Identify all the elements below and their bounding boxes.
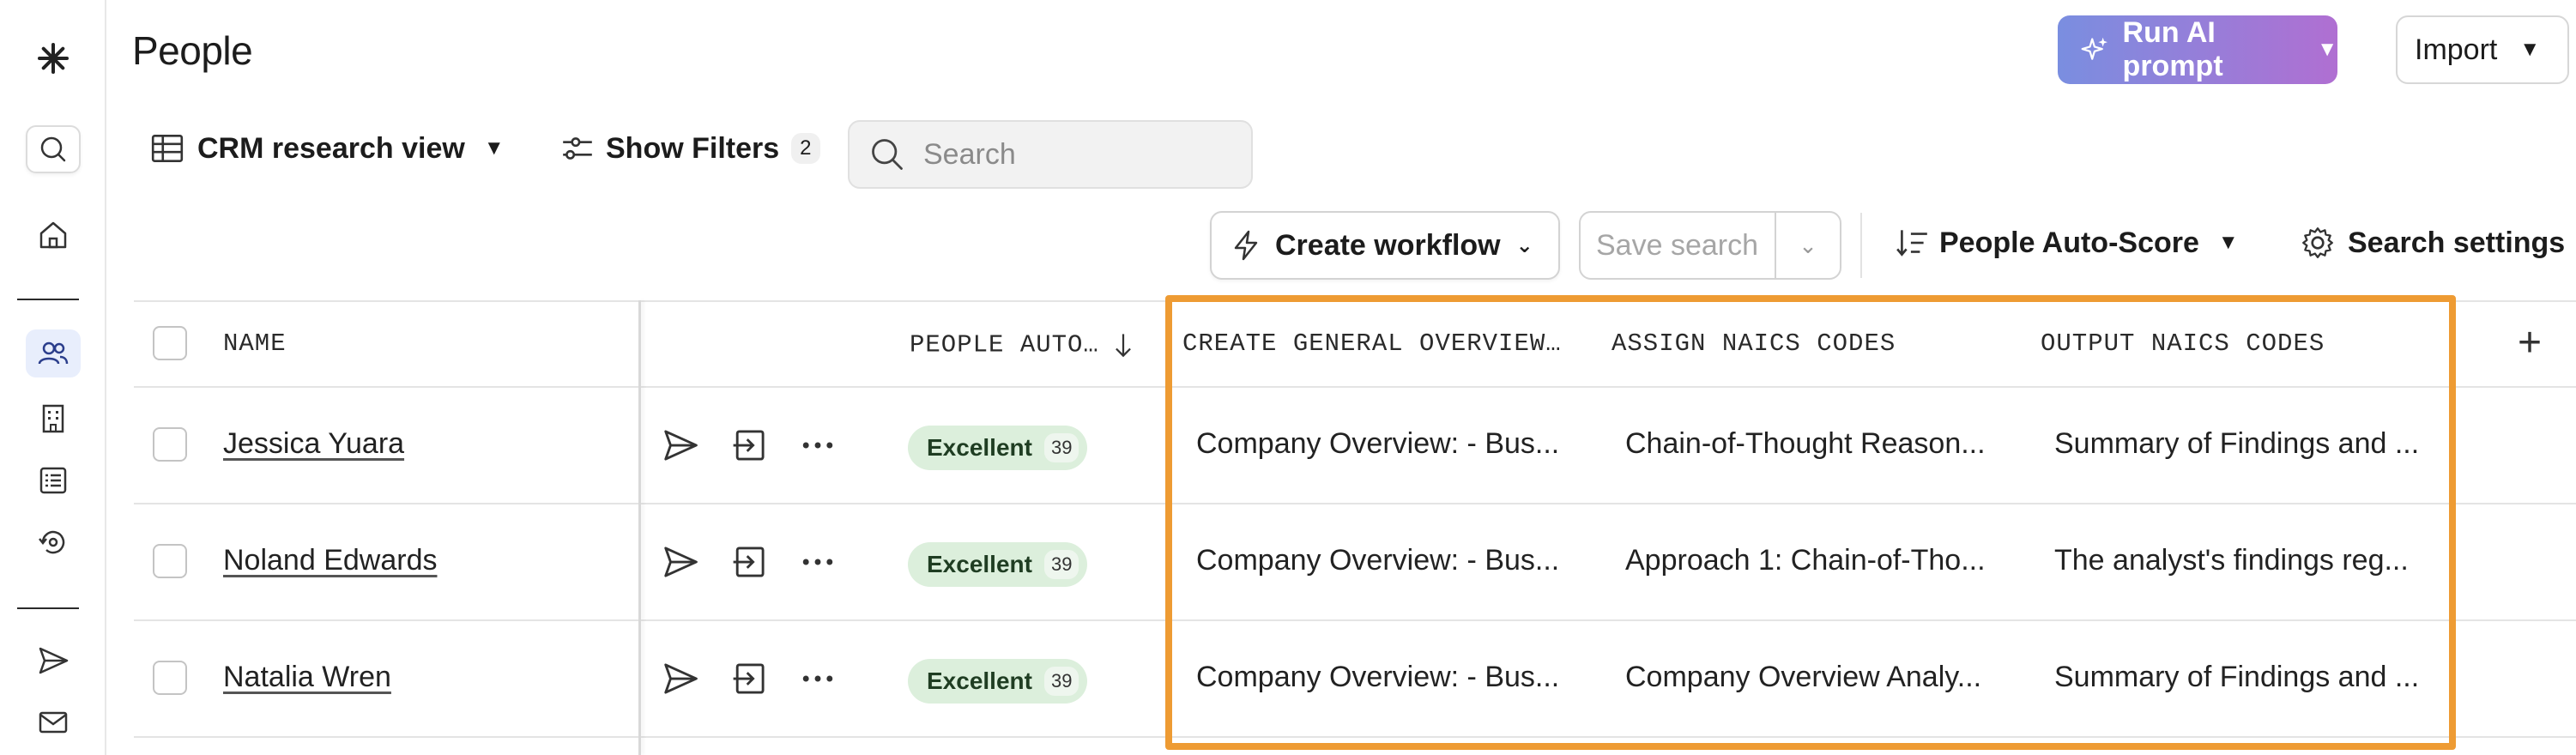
save-search-button[interactable]: Save search: [1581, 213, 1776, 278]
caret-down-icon: ▼: [483, 136, 505, 160]
table-row: Natalia Wren Excellent 39 Company Overvie…: [134, 621, 2576, 738]
left-rail: [0, 0, 106, 755]
score-rating: Excellent: [927, 551, 1032, 577]
assign-naics-cell[interactable]: Approach 1: Chain-of-Tho...: [1625, 544, 1986, 577]
caret-down-icon: ▼: [2217, 231, 2239, 254]
gear-icon: [2302, 227, 2333, 258]
company-icon[interactable]: [26, 395, 81, 443]
sort-label: People Auto-Score: [1939, 226, 2199, 259]
home-icon[interactable]: [26, 211, 81, 259]
overview-cell[interactable]: Company Overview: - Bus...: [1196, 427, 1559, 461]
sequence-enroll-icon[interactable]: [728, 657, 771, 700]
more-options-icon[interactable]: [796, 541, 839, 583]
history-icon[interactable]: [26, 518, 81, 566]
run-ai-prompt-button[interactable]: Run AI prompt ▼: [2058, 15, 2337, 84]
column-header-assign-naics-codes[interactable]: ASSIGN NAICS CODES: [1612, 329, 1896, 358]
logo-icon[interactable]: [26, 34, 81, 82]
score-value: 39: [1043, 433, 1079, 462]
import-button[interactable]: Import ▼: [2396, 15, 2569, 84]
search-settings-button[interactable]: Search settings: [2300, 225, 2565, 261]
save-search-label: Save search: [1596, 228, 1758, 262]
toolbar-divider: [1860, 213, 1862, 278]
sequence-enroll-icon[interactable]: [728, 424, 771, 467]
rail-divider: [17, 607, 79, 609]
search-field[interactable]: [848, 120, 1253, 189]
view-label: CRM research view: [197, 131, 465, 165]
column-header-name[interactable]: NAME: [223, 329, 287, 358]
more-options-icon[interactable]: [796, 657, 839, 700]
column-header-score-label: PEOPLE AUTO…: [910, 330, 1099, 359]
output-naics-cell[interactable]: Summary of Findings and ...: [2054, 427, 2419, 461]
search-settings-label: Search settings: [2348, 226, 2566, 259]
assign-naics-cell[interactable]: Company Overview Analy...: [1625, 661, 1981, 694]
arrow-down-icon: [1115, 334, 1131, 358]
score-badge: Excellent 39: [908, 659, 1088, 704]
run-ai-prompt-label: Run AI prompt: [2122, 16, 2223, 82]
row-checkbox[interactable]: [153, 544, 187, 578]
score-badge: Excellent 39: [908, 542, 1088, 587]
caret-down-icon: ▼: [2519, 38, 2541, 61]
chevron-down-icon: ⌄: [1799, 232, 1817, 258]
mail-icon[interactable]: [26, 698, 81, 746]
view-selector[interactable]: CRM research view ▼: [149, 130, 505, 166]
caret-down-icon: ▼: [2317, 38, 2337, 61]
send-icon[interactable]: [659, 424, 702, 467]
people-icon[interactable]: [26, 329, 81, 378]
search-icon: [872, 139, 903, 170]
search-icon[interactable]: [26, 125, 81, 173]
column-header-output-naics-codes[interactable]: OUTPUT NAICS CODES: [2041, 329, 2325, 358]
column-header-people-auto-score[interactable]: PEOPLE AUTO…: [910, 329, 1139, 360]
overview-cell[interactable]: Company Overview: - Bus...: [1196, 544, 1559, 577]
filter-sliders-icon: [563, 137, 592, 160]
send-icon[interactable]: [26, 637, 81, 685]
send-icon[interactable]: [659, 657, 702, 700]
table-row: Jessica Yuara Excellent 39 Company Overvi…: [134, 388, 2576, 504]
assign-naics-cell[interactable]: Chain-of-Thought Reason...: [1625, 427, 1986, 461]
save-search-group: Save search ⌄: [1579, 211, 1841, 280]
table-icon: [151, 134, 184, 163]
sparkle-icon: [2081, 37, 2107, 60]
overview-cell[interactable]: Company Overview: - Bus...: [1196, 661, 1559, 694]
score-value: 39: [1043, 550, 1079, 579]
add-column-button[interactable]: +: [2518, 319, 2542, 366]
table-top-border: [134, 300, 2576, 302]
rail-divider: [17, 299, 79, 300]
lightning-icon: [1234, 230, 1258, 261]
score-rating: Excellent: [927, 667, 1032, 694]
people-table: NAME PEOPLE AUTO… CREATE GENERAL OVERVIE…: [134, 300, 2576, 755]
output-naics-cell[interactable]: The analyst's findings reg...: [2054, 544, 2409, 577]
score-value: 39: [1043, 667, 1079, 696]
sort-icon: [1896, 230, 1927, 257]
filter-count-badge: 2: [791, 133, 820, 164]
column-header-create-general-overview[interactable]: CREATE GENERAL OVERVIEW…: [1182, 329, 1562, 358]
chevron-down-icon: ⌄: [1515, 233, 1533, 257]
save-search-dropdown[interactable]: ⌄: [1776, 213, 1840, 278]
show-filters-button[interactable]: Show Filters 2: [559, 130, 820, 166]
import-label: Import: [2415, 33, 2498, 66]
create-workflow-label: Create workflow: [1275, 228, 1501, 262]
score-badge: Excellent 39: [908, 426, 1088, 470]
sequence-enroll-icon[interactable]: [728, 541, 771, 583]
select-all-checkbox[interactable]: [153, 326, 187, 360]
person-name-link[interactable]: Jessica Yuara: [223, 427, 404, 461]
row-checkbox[interactable]: [153, 427, 187, 462]
page-title: People: [132, 28, 253, 73]
show-filters-label: Show Filters: [606, 131, 780, 165]
table-row: Noland Edwards Excellent 39 Company Overv…: [134, 504, 2576, 621]
more-options-icon[interactable]: [796, 424, 839, 467]
sort-selector[interactable]: People Auto-Score ▼: [1895, 225, 2239, 261]
score-rating: Excellent: [927, 434, 1032, 461]
output-naics-cell[interactable]: Summary of Findings and ...: [2054, 661, 2419, 694]
row-checkbox[interactable]: [153, 661, 187, 695]
send-icon[interactable]: [659, 541, 702, 583]
create-workflow-button[interactable]: Create workflow ⌄: [1210, 211, 1560, 280]
search-input[interactable]: [923, 137, 1232, 172]
person-name-link[interactable]: Natalia Wren: [223, 661, 391, 694]
list-icon[interactable]: [26, 456, 81, 504]
person-name-link[interactable]: Noland Edwards: [223, 544, 437, 577]
